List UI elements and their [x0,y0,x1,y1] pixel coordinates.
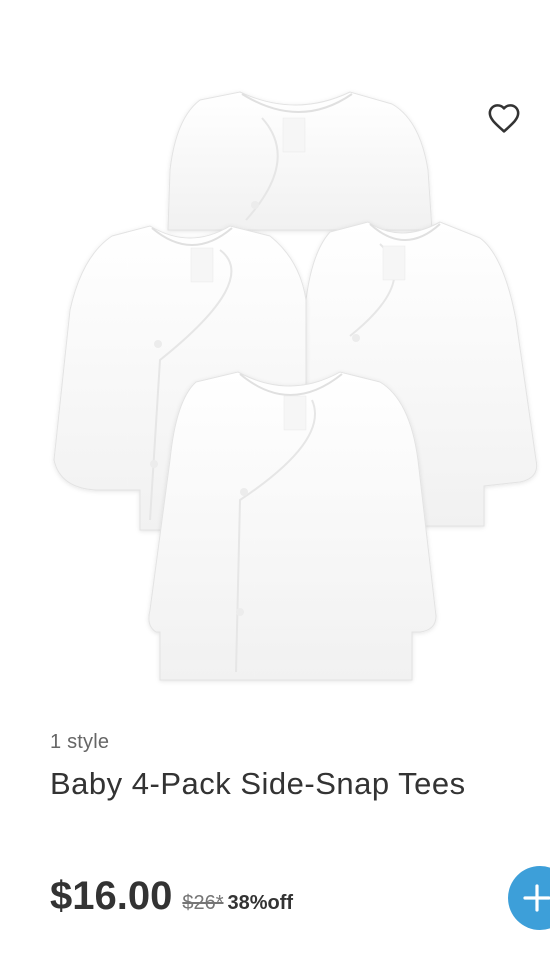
add-to-bag-button[interactable] [508,866,550,930]
sale-price: $16.00 [50,874,173,918]
product-card: 1 style Baby 4-Pack Side-Snap Tees $16.0… [0,0,550,958]
product-title[interactable]: Baby 4-Pack Side-Snap Tees [50,766,466,802]
price-row: $16.00 $26* 38%off [50,874,293,919]
tee-front [148,371,437,681]
favorite-button[interactable] [484,98,524,138]
plus-icon [523,884,550,912]
heart-outline-icon [488,104,520,133]
tee-back [167,91,433,231]
style-count: 1 style [50,731,110,753]
discount-label: 38%off [227,892,294,914]
product-image[interactable] [0,60,550,700]
original-price: $26* [182,892,224,914]
